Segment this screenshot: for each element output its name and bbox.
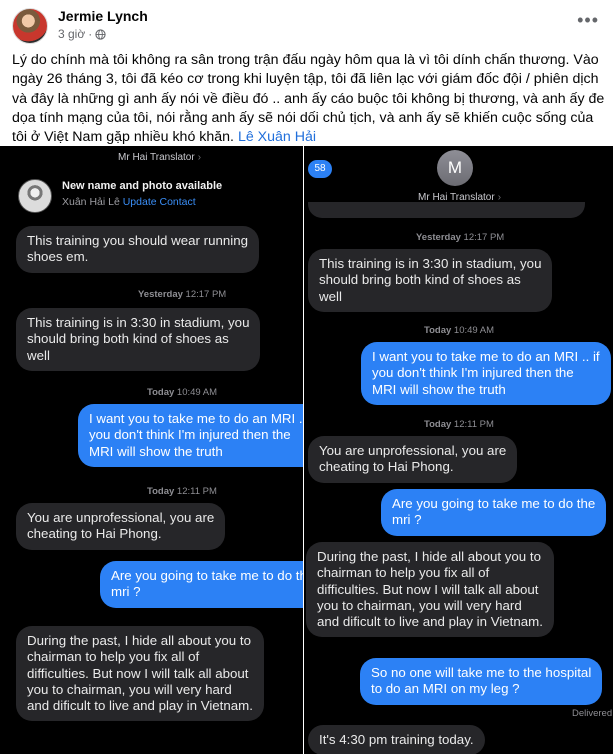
message-incoming: This training is in 3:30 in stadium, you… [16, 308, 261, 371]
contact-avatar [18, 179, 52, 213]
timestamp: Today 12:11 PM [424, 419, 494, 430]
banner-name: Xuân Hải Lê [62, 196, 120, 208]
message-incoming: You are unprofessional, you are cheating… [308, 436, 518, 483]
author-name[interactable]: Jermie Lynch [58, 8, 148, 24]
message-incoming: It's 4:30 pm training today. [308, 725, 485, 754]
timestamp: Today 10:49 AM [424, 325, 495, 336]
tagged-person-link[interactable]: Lê Xuân Hải [238, 129, 316, 145]
message-outgoing: So no one will take me to the hospital t… [360, 658, 603, 705]
message-outgoing: I want you to take me to do an MRI .. if… [361, 342, 611, 405]
globe-icon [95, 28, 106, 40]
screenshot-right[interactable]: 58 M Mr Hai Translator › Yesterday 12:17 … [304, 146, 613, 754]
timestamp: Today 10:49 AM [147, 387, 218, 398]
author-avatar[interactable] [12, 8, 48, 44]
chevron-right-icon: › [197, 152, 202, 163]
message-incoming: This training is in 3:30 in stadium, you… [308, 249, 553, 312]
message-outgoing: I want you to take me to do an MRI .. if… [78, 404, 303, 467]
thread-title: Mr Hai Translator › [118, 152, 201, 163]
timestamp: Yesterday 12:17 PM [416, 232, 505, 243]
screenshot-left[interactable]: Mr Hai Translator › New name and photo av… [0, 146, 303, 754]
message-outgoing: Are you going to take me to do the mri ? [381, 489, 607, 536]
message-incoming: During the past, I hide all about you to… [306, 542, 554, 638]
timestamp: Yesterday 12:17 PM [138, 289, 227, 300]
contact-name: Mr Hai Translator [118, 152, 195, 163]
message-incoming: During the past, I hide all about you to… [16, 626, 264, 722]
message-incoming: This training you should wear running sh… [16, 226, 260, 273]
banner-subtitle: Xuân Hải Lê Update Contact [62, 196, 196, 208]
post-time[interactable]: 3 giờ [58, 27, 85, 41]
post-body: Lý do chính mà tôi không ra sân trong tr… [12, 51, 606, 147]
delivered-status: Delivered [572, 708, 613, 719]
back-unread-count[interactable]: 58 [308, 160, 332, 178]
update-contact-link[interactable]: Update Contact [123, 196, 196, 208]
timestamp: Today 12:11 PM [147, 486, 217, 497]
post-meta: 3 giờ · [58, 27, 106, 41]
post-header: Jermie Lynch 3 giờ · ••• [0, 0, 613, 44]
contact-avatar[interactable]: M [437, 150, 473, 186]
banner-title: New name and photo available [62, 180, 223, 192]
contact-update-banner: New name and photo available Xuân Hải Lê… [12, 174, 292, 218]
message-outgoing: Are you going to take me to do the mri ? [100, 561, 303, 608]
message-incoming: You are unprofessional, you are cheating… [16, 503, 226, 550]
more-horizontal-icon[interactable]: ••• [577, 10, 599, 31]
message-incoming-partial [308, 202, 585, 218]
